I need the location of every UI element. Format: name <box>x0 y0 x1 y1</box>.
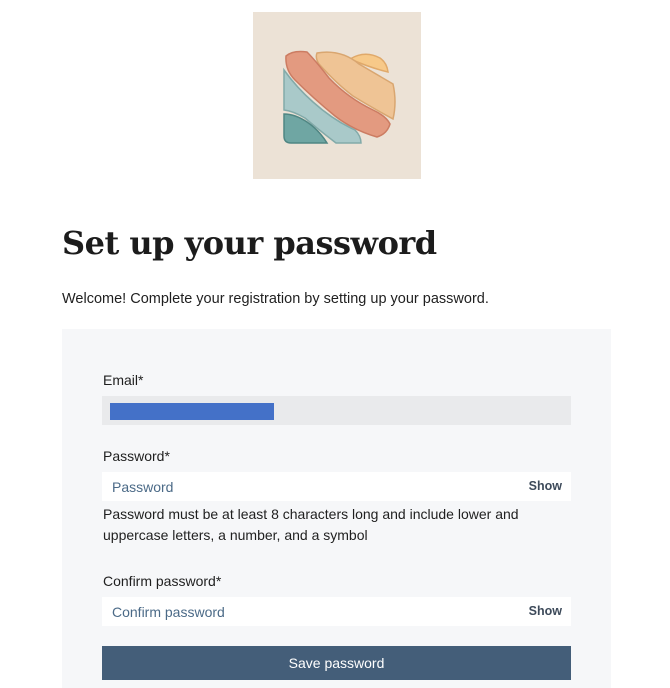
password-input[interactable] <box>102 472 502 501</box>
email-label: Email* <box>103 372 144 388</box>
password-show-toggle[interactable]: Show <box>529 472 562 501</box>
confirm-password-field-wrapper: Show <box>102 597 571 626</box>
registration-page: Set up your password Welcome! Complete y… <box>0 0 670 688</box>
email-redacted-value <box>110 403 274 420</box>
save-password-button[interactable]: Save password <box>102 646 571 680</box>
confirm-password-show-toggle[interactable]: Show <box>529 597 562 626</box>
password-setup-form: Email* Password* Show Password must be a… <box>62 329 611 688</box>
confirm-password-input[interactable] <box>102 597 502 626</box>
abstract-landscape-logo-icon <box>283 50 396 144</box>
confirm-password-label: Confirm password* <box>103 573 222 589</box>
page-subtitle: Welcome! Complete your registration by s… <box>62 291 489 307</box>
logo <box>253 12 421 179</box>
password-field-wrapper: Show <box>102 472 571 501</box>
page-title: Set up your password <box>62 224 437 262</box>
password-label: Password* <box>103 448 170 464</box>
password-requirements-hint: Password must be at least 8 characters l… <box>103 506 519 543</box>
email-field <box>102 396 571 425</box>
